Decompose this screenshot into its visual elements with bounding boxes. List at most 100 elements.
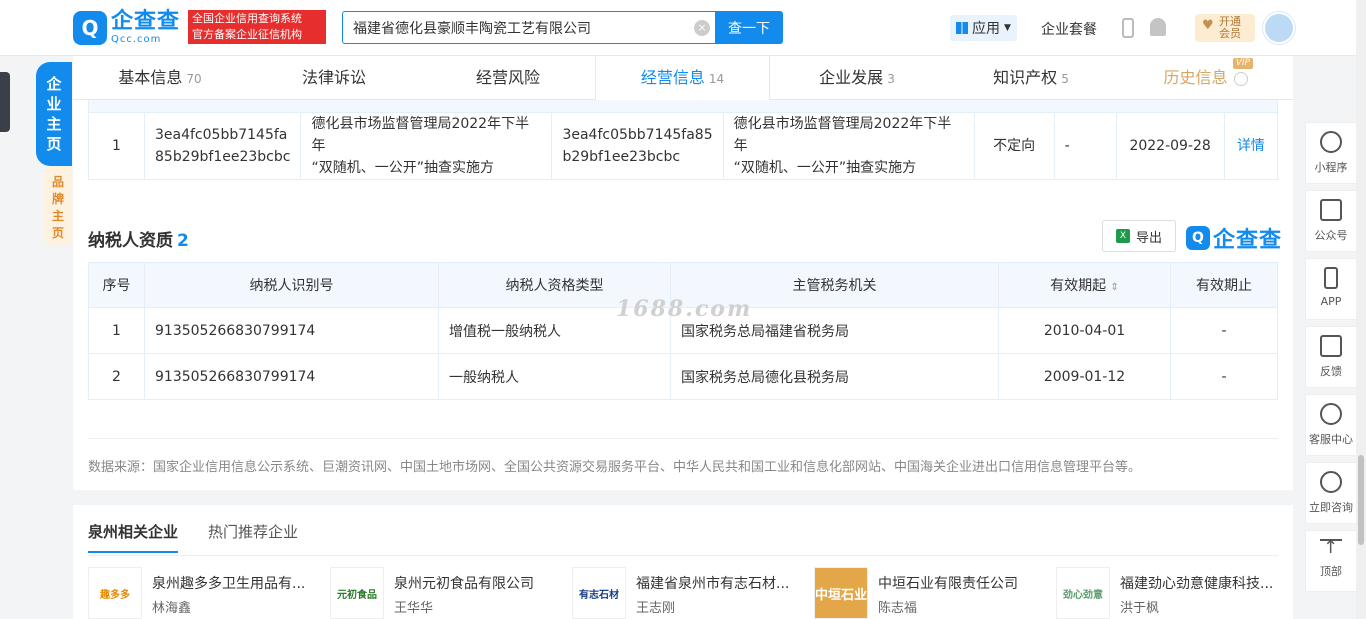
- col-header: 纳税人识别号: [144, 262, 439, 308]
- tab-business-info[interactable]: 经营信息 14: [595, 56, 770, 101]
- company-card[interactable]: 元初食品 泉州元初食品有限公司 王华华: [330, 567, 560, 619]
- tab-label: 企业发展: [819, 68, 884, 87]
- company-card[interactable]: 劲心劲意 福建劲心劲意健康科技... 洪于枫: [1056, 567, 1286, 619]
- section-count: 2: [177, 231, 189, 251]
- apps-menu[interactable]: 应用 ▼: [950, 15, 1017, 41]
- tab-risk[interactable]: 经营风险: [421, 56, 595, 100]
- tab-history[interactable]: 历史信息 VIP: [1118, 56, 1293, 100]
- apps-label: 应用: [972, 21, 1000, 37]
- plan-name-line: “双随机、一公开”抽查实施方: [311, 160, 494, 176]
- valid-from: 2009-01-12: [998, 353, 1171, 400]
- logo-name: 企查查: [111, 9, 181, 34]
- row-index: 1: [88, 307, 145, 354]
- credential-tag: 全国企业信用查询系统 官方备案企业征信机构: [188, 10, 326, 44]
- company-homepage-tab[interactable]: 企 业 主 页: [36, 62, 72, 166]
- tab-recommended-companies[interactable]: 热门推荐企业: [208, 521, 298, 542]
- tab-legal[interactable]: 法律诉讼: [247, 56, 421, 100]
- detail-link[interactable]: 详情: [1223, 112, 1279, 180]
- vip-badge: VIP: [1232, 58, 1253, 69]
- tab-local-companies[interactable]: 泉州相关企业: [88, 521, 179, 553]
- plan-name-cell: 德化县市场监督管理局2022年下半年 “双随机、一公开”抽查实施方: [300, 112, 553, 180]
- company-card[interactable]: 有志石材 福建省泉州市有志石材... 王志刚: [572, 567, 802, 619]
- tax-authority: 国家税务总局德化县税务局: [670, 353, 999, 400]
- search-box: ×: [342, 11, 716, 44]
- mobile-icon[interactable]: [1122, 18, 1134, 38]
- info-icon: [1233, 71, 1248, 86]
- tab-label: 历史信息: [1163, 68, 1228, 87]
- brand-homepage-tab[interactable]: 品 牌 主 页: [44, 166, 72, 246]
- col-header-text: 有效期起: [1050, 278, 1107, 294]
- col-header: 序号: [88, 262, 145, 308]
- brand-homepage-char: 主: [51, 209, 64, 223]
- inspection-table: 1 3ea4fc05bb7145fa 85b29bf1ee23bcbc 德化县市…: [88, 112, 1279, 180]
- tab-label: 知识产权: [993, 68, 1058, 87]
- divider: [88, 438, 1278, 439]
- taxpayer-section-title: 纳税人资质 2: [88, 226, 189, 251]
- qcc-watermark-logo: Q 企查查: [1186, 222, 1282, 254]
- company-card[interactable]: 趣多多 泉州趣多多卫生用品有... 林海鑫: [88, 567, 318, 619]
- legal-person: 洪于枫: [1120, 601, 1160, 616]
- tax-id: 913505266830799174: [144, 307, 439, 354]
- enterprise-suite-link[interactable]: 企业套餐: [1041, 19, 1097, 39]
- headset-icon: [1320, 403, 1342, 425]
- inspection-type: 不定向: [973, 112, 1055, 180]
- company-homepage-char: 主: [46, 115, 62, 133]
- app-button[interactable]: APP: [1305, 258, 1357, 320]
- plan-name-line: 德化县市场监督管理局2022年下半年: [311, 116, 530, 154]
- brand-homepage-char: 品: [51, 175, 64, 189]
- official-account-button[interactable]: 公众号: [1305, 190, 1357, 252]
- tab-basic-info[interactable]: 基本信息 70: [73, 56, 247, 100]
- tab-count: 70: [186, 72, 202, 86]
- excel-icon: X: [1115, 229, 1130, 243]
- user-avatar[interactable]: [1263, 12, 1295, 44]
- tool-label: 反馈: [1320, 365, 1342, 378]
- company-logo: 中垣石业: [814, 567, 868, 619]
- main-panel: 基本信息 70 法律诉讼 经营风险 经营信息 14 企业发展 3 知识产权 5 历史信息…: [73, 56, 1293, 490]
- company-homepage-char: 业: [46, 95, 62, 113]
- table-row: 2 913505266830799174 一般纳税人 国家税务总局德化县税务局 …: [88, 353, 1278, 400]
- site-logo[interactable]: Q 企查查 Qcc.com: [73, 10, 180, 46]
- bell-icon[interactable]: [1150, 18, 1166, 36]
- open-vip-button[interactable]: 开通 会员: [1195, 14, 1255, 42]
- tab-label: 经营风险: [475, 68, 540, 87]
- mini-program-button[interactable]: 小程序: [1305, 122, 1357, 184]
- back-to-top-button[interactable]: 顶部: [1305, 530, 1357, 592]
- company-name: 中垣石业有限责任公司: [878, 576, 1018, 592]
- tool-label: 立即咨询: [1309, 501, 1353, 514]
- search-button[interactable]: 查一下: [715, 11, 783, 44]
- mini-program-icon: [1320, 131, 1342, 153]
- search-input[interactable]: [343, 12, 673, 43]
- col-header: 有效期止: [1170, 262, 1278, 308]
- scrollbar-thumb[interactable]: [1358, 455, 1364, 545]
- tax-id: 913505266830799174: [144, 353, 439, 400]
- section-title-text: 纳税人资质: [88, 231, 173, 251]
- data-source-note: 数据来源：国家企业信用信息公示系统、巨潮资讯网、中国土地市场网、全国公共资源交易…: [88, 460, 1142, 475]
- page-scrollbar[interactable]: [1356, 0, 1366, 619]
- left-edge-handle[interactable]: [0, 72, 10, 132]
- company-card[interactable]: 中垣石业 中垣石业有限责任公司 陈志福: [814, 567, 1044, 619]
- task-id-line: 3ea4fc05bb7145fa: [155, 127, 288, 143]
- export-button[interactable]: X 导出: [1102, 220, 1176, 252]
- customer-service-button[interactable]: 客服中心: [1305, 394, 1357, 456]
- valid-to: -: [1170, 307, 1278, 354]
- feedback-button[interactable]: 反馈: [1305, 326, 1357, 388]
- chat-icon: [1320, 471, 1342, 493]
- logo-q-icon: Q: [73, 11, 107, 45]
- company-logo: 劲心劲意: [1056, 567, 1110, 619]
- clear-icon[interactable]: ×: [694, 20, 710, 36]
- image-watermark: 1688.com: [616, 296, 753, 322]
- plan-title-line: 德化县市场监督管理局2022年下半年: [733, 116, 952, 154]
- legal-person: 陈志福: [878, 601, 918, 616]
- credential-tag-line1: 全国企业信用查询系统: [192, 12, 302, 25]
- tab-development[interactable]: 企业发展 3: [770, 56, 944, 100]
- legal-person: 林海鑫: [152, 601, 192, 616]
- plan-id-line: 3ea4fc05bb7145fa85: [562, 127, 713, 143]
- col-header-sortable[interactable]: 有效期起 ⇕: [998, 262, 1171, 308]
- tab-count: 5: [1061, 72, 1069, 86]
- row-index: 1: [88, 112, 145, 180]
- logo-q-icon: Q: [1186, 226, 1210, 250]
- consult-button[interactable]: 立即咨询: [1305, 462, 1357, 524]
- tab-ip[interactable]: 知识产权 5: [944, 56, 1118, 100]
- brand-homepage-char: 牌: [51, 192, 64, 206]
- table-row: 1 3ea4fc05bb7145fa 85b29bf1ee23bcbc 德化县市…: [88, 112, 1279, 180]
